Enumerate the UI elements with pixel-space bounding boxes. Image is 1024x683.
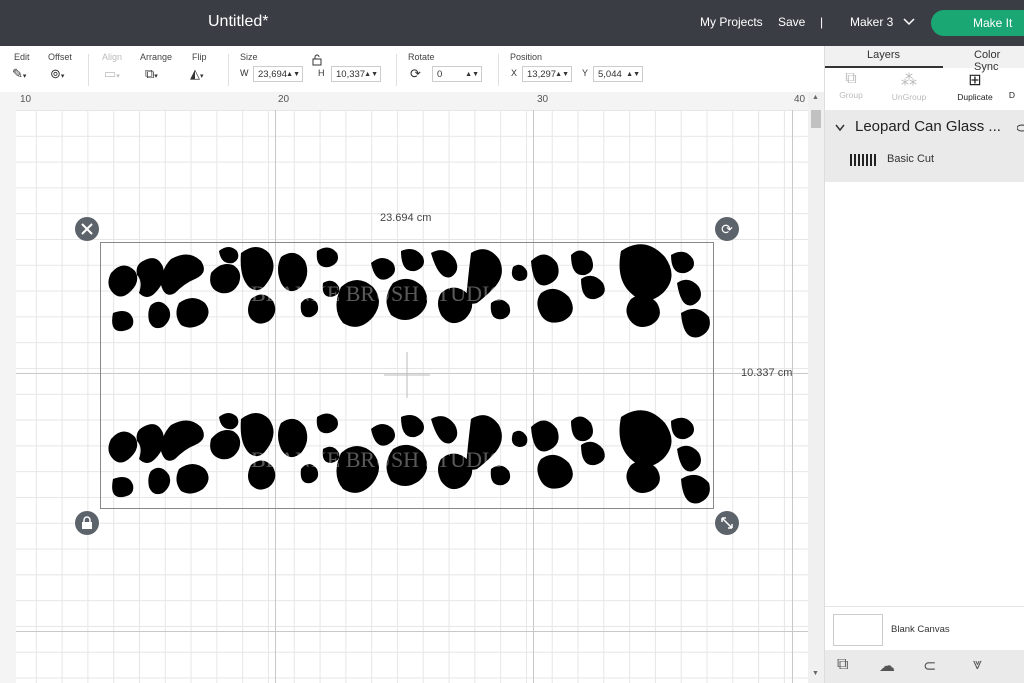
top-bar: Untitled* My Projects Save | Maker 3 Mak… [0,0,1024,46]
ungroup-icon: ⁂ [901,72,917,89]
size-label: Size [240,52,258,62]
close-icon [81,223,93,235]
grid-major-line [16,631,808,632]
duplicate-icon: ⊞ [968,72,982,89]
ruler-mark: 40 [794,94,806,105]
x-label: X [511,68,518,78]
flip-label: Flip [192,52,207,62]
chevron-down-icon [903,18,915,26]
y-label: Y [582,68,589,78]
edit-label: Edit [14,52,30,62]
width-input[interactable]: 23,694 ▲▼ [253,66,303,82]
rotate-icon: ⟳ [410,66,421,81]
grid-major-line [792,110,793,683]
pencil-icon[interactable]: ✎▾ [12,66,26,82]
layer-group[interactable]: Leopard Can Glass ... Basic Cut [825,110,1024,182]
toolbar-divider [498,54,499,86]
offset-label: Offset [48,52,72,62]
header-divider: | [820,15,824,29]
panel-bottom-toolbar: ⧉ ☁ ⊂ ⩔ [825,650,1024,683]
x-position-value: 13,297 [527,69,557,80]
width-value: 23,694 [258,69,288,80]
offset-icon[interactable]: ⊚▾ [50,66,64,82]
align-icon[interactable]: ▭▾ [104,66,120,82]
arrange-label: Arrange [140,52,173,62]
group-button[interactable]: ⧉ Group [827,70,875,100]
resize-handle[interactable] [715,511,739,535]
ungroup-button[interactable]: ⁂ UnGroup [885,70,933,102]
delete-handle[interactable] [75,217,99,241]
toolbar-divider [228,54,229,86]
canvas-swatch [833,614,883,646]
vertical-ruler [0,110,17,683]
duplicate-label: Duplicate [957,92,993,102]
lock-icon [82,516,92,529]
combine-icon[interactable]: ☁ [879,656,895,676]
horizontal-ruler: 10 20 30 40 [0,92,808,111]
scroll-up-icon[interactable]: ▲ [812,94,819,101]
rotate-input[interactable]: 0 ▲▼ [432,66,482,82]
active-tab-indicator [825,66,943,68]
toolbar-divider [88,54,89,86]
blank-canvas-row[interactable]: Blank Canvas [825,606,1024,651]
attach-icon[interactable]: ⊂ [923,656,936,676]
arrange-icon[interactable]: ⧉▾ [145,66,158,82]
tab-layers[interactable]: Layers [867,49,900,61]
scrollbar-thumb[interactable] [811,110,821,128]
position-label: Position [510,52,543,62]
layer-thumbnail [850,154,878,166]
delete-button[interactable]: D [999,70,1024,100]
width-dimension-label: 23.694 cm [380,212,432,224]
watermark-text: BLANKE BRUSH STUDIO [251,447,505,472]
group-label: Group [839,90,863,100]
layers-panel: Layers Color Sync ⧉ Group ⁂ UnGroup ⊞ Dupli… [824,46,1024,683]
align-label: Align [102,52,123,62]
ruler-mark: 30 [537,94,549,105]
layer-group-title: Leopard Can Glass ... [855,118,1001,135]
ungroup-label: UnGroup [891,92,927,102]
flatten-icon[interactable]: ⩔ [973,656,982,674]
toolbar-divider [396,54,397,86]
watermark-text: BLANKE BRUSH STUDIO [251,281,505,306]
lock-icon[interactable] [312,54,322,66]
flip-icon[interactable]: ◭▾ [190,66,204,82]
group-icon: ⧉ [845,70,857,87]
lock-handle[interactable] [75,511,99,535]
make-it-button[interactable]: Make It [931,10,1024,36]
machine-label: Maker 3 [850,15,894,29]
delete-label: D [1008,90,1016,100]
height-input[interactable]: 10,337 ▲▼ [331,66,381,82]
blank-canvas-label: Blank Canvas [891,624,950,635]
rotate-label: Rotate [408,52,435,62]
panel-tabs: Layers Color Sync [825,46,1024,73]
layer-item-basic-cut[interactable]: Basic Cut [887,153,934,165]
duplicate-button[interactable]: ⊞ Duplicate [951,70,999,102]
rotate-icon: ⟳ [721,221,733,237]
ruler-mark: 10 [20,94,32,105]
y-position-value: 5,044 [598,69,622,80]
center-crosshair [384,352,430,398]
project-title[interactable]: Untitled* [208,13,268,31]
slice-icon[interactable]: ⧉ [837,656,848,674]
height-dimension-label: 10.337 cm [741,367,793,379]
edit-toolbar: Edit ✎▾ Offset ⊚▾ Align ▭▾ Arrange ⧉▾ Fl… [0,46,824,93]
rotate-handle[interactable]: ⟳ [715,217,739,241]
scroll-down-icon[interactable]: ▼ [812,670,819,677]
chevron-down-icon[interactable] [835,124,845,132]
delete-icon [999,70,1024,88]
x-position-input[interactable]: 13,297 ▲▼ [522,66,572,82]
my-projects-link[interactable]: My Projects [700,15,763,29]
rotate-value: 0 [437,69,443,80]
height-label: H [318,68,325,78]
resize-arrows-icon [721,517,733,529]
canvas-scrollbar[interactable]: ▲ ▼ [808,92,824,683]
height-value: 10,337 [336,69,366,80]
width-label: W [240,68,249,78]
visibility-eye-icon[interactable] [1017,123,1024,133]
y-position-input[interactable]: 5,044 ▲▼ [593,66,643,82]
save-button[interactable]: Save [778,15,805,29]
ruler-mark: 20 [278,94,290,105]
machine-selector[interactable]: Maker 3 [850,15,915,29]
